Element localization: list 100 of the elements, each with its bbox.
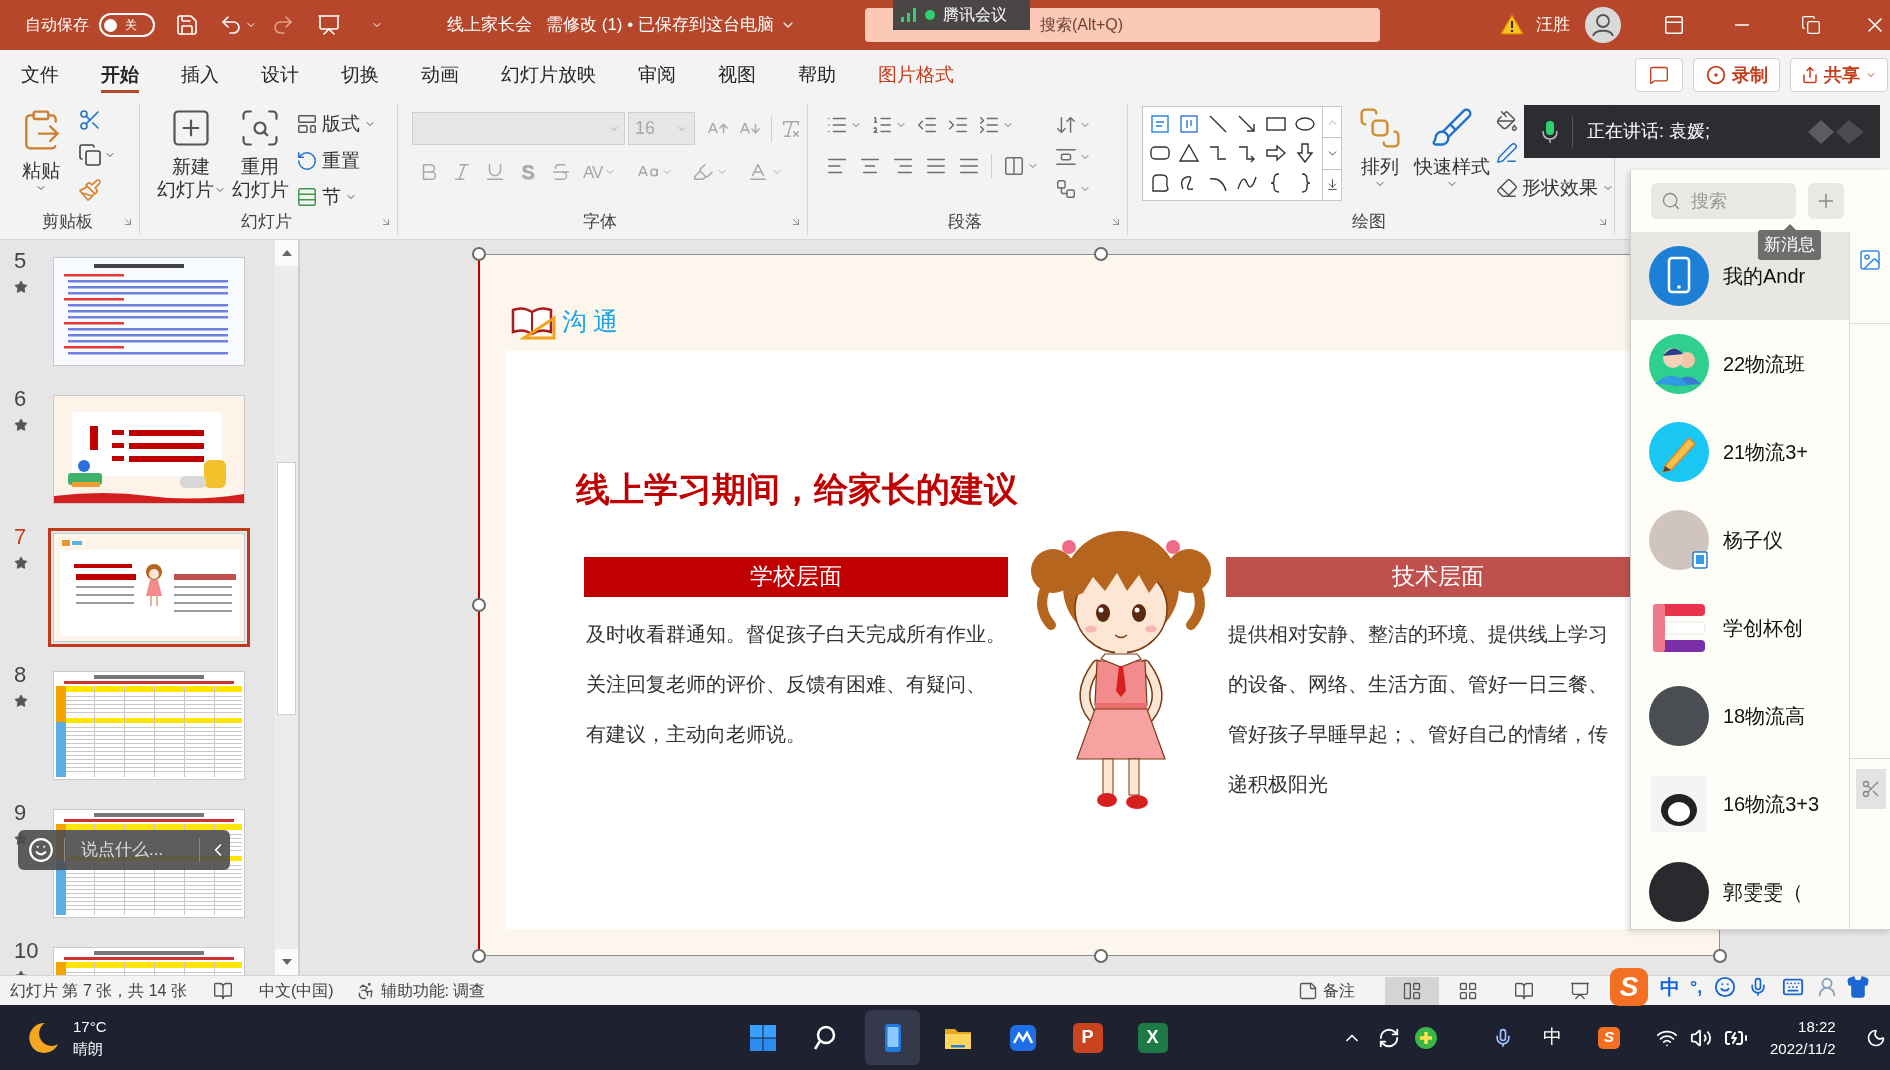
resize-handle[interactable] [472,949,486,963]
comment-field[interactable]: 说点什么... [81,837,199,863]
contact-item[interactable]: 18物流高 [1631,672,1849,760]
taskbar-app-button[interactable] [865,1010,920,1065]
scissors-icon[interactable] [78,108,102,132]
ime-mode[interactable]: 中 [1660,972,1680,1002]
scroll-down-button[interactable] [275,949,298,975]
normal-view-icon[interactable] [1402,980,1422,1001]
scissors-button[interactable] [1856,769,1886,809]
scroll-up-button[interactable] [275,240,298,266]
eraser-icon[interactable] [1496,177,1518,200]
search-field[interactable]: 搜索 [1651,183,1796,219]
line-spacing-icon[interactable] [978,114,1000,136]
new-slide-button[interactable]: 新建 幻灯片 [154,106,228,201]
paintbrush-icon[interactable] [78,178,102,202]
ribbon-tab[interactable]: 视图 [697,50,777,100]
overlapping-squares-icon[interactable] [1358,106,1402,150]
paste-button[interactable]: 粘贴 [12,106,70,194]
ribbon-tab[interactable]: 审阅 [617,50,697,100]
flowchart-icon[interactable] [1055,178,1077,200]
contact-item[interactable]: 郭雯雯（ [1631,848,1849,929]
resize-handle[interactable] [1094,949,1108,963]
layout-icon[interactable] [296,113,318,136]
language-label[interactable]: 中文(中国) [258,978,334,1003]
scrollbar-thumb[interactable] [277,462,296,715]
shape-effects-button[interactable]: 形状效果 [1496,174,1614,203]
book-icon[interactable] [212,980,233,1001]
ribbon-tab[interactable]: 开始 [80,50,160,100]
reset-button[interactable]: 重置 [296,146,376,175]
resize-handle[interactable] [1094,247,1108,261]
ribbon-tab[interactable]: 帮助 [777,50,857,100]
moon-icon[interactable] [1865,1027,1886,1048]
contact-item[interactable]: 22物流班 [1631,320,1849,408]
rotate-arrow-icon[interactable] [296,149,318,172]
resize-handle[interactable] [472,247,486,261]
copy-icon[interactable] [78,143,102,167]
comment-button[interactable] [1635,58,1683,92]
scissors-icon[interactable] [1861,779,1881,799]
accessibility-label[interactable]: 辅助功能: 调查 [380,978,486,1003]
layout-button[interactable]: 版式 [296,110,376,139]
share-icon[interactable] [1801,66,1819,84]
ribbon-tab[interactable]: 动画 [400,50,480,100]
quick-styles-button[interactable]: 快速样式 [1412,106,1492,190]
comment-bar[interactable]: 说点什么... [18,830,230,870]
view-button[interactable] [1385,976,1439,1005]
user-avatar-icon[interactable] [1585,7,1621,43]
up-down-arrows-icon[interactable] [1055,114,1077,136]
save-icon[interactable] [175,13,199,37]
slide-thumbnail[interactable] [48,528,250,647]
speech-bubble-icon[interactable] [1649,65,1669,85]
ribbon-tab[interactable]: 插入 [160,50,240,100]
punctuation-mode[interactable]: °, [1690,973,1703,1001]
resize-handle[interactable] [472,598,486,612]
restore-icon[interactable] [1801,15,1821,35]
record-icon[interactable] [1705,65,1726,85]
stacked-rows-icon[interactable] [296,186,318,209]
reuse-slides-button[interactable]: 重用 幻灯片 [230,106,290,201]
ribbon-tab[interactable]: 幻灯片放映 [480,50,617,100]
autosave-toggle[interactable]: 关 [99,13,155,37]
plus-circle-icon[interactable] [1415,1026,1437,1049]
share-button[interactable]: 共享 [1790,58,1888,92]
taskbar-app-button[interactable]: X [1125,1010,1180,1065]
contact-item[interactable]: 16物流3+3 [1631,760,1849,848]
mic-icon[interactable] [1493,1027,1513,1048]
clock-date[interactable]: 2022/11/2 [1770,1037,1836,1060]
note-icon[interactable] [1298,980,1318,1001]
image-icon[interactable] [1858,248,1882,272]
arrow-down-right-icon[interactable] [380,216,392,228]
reading-view-icon[interactable] [1514,980,1534,1001]
slideshow-icon[interactable] [317,13,341,37]
grid-view-icon[interactable] [1458,980,1478,1001]
panel-top-icon[interactable] [1663,14,1685,36]
arrange-button[interactable]: 排列 [1354,106,1406,190]
resize-handle[interactable] [1713,949,1727,963]
pen-icon[interactable] [1496,142,1518,164]
meeting-status-toast[interactable]: 腾讯会议 [893,0,1030,30]
contact-item[interactable]: 21物流3+ [1631,408,1849,496]
record-button[interactable]: 录制 [1693,58,1780,92]
warning-icon[interactable] [1500,13,1524,37]
notes-button[interactable]: 备注 [1298,978,1355,1003]
slideshow-icon[interactable] [1570,980,1590,1001]
paint-bucket-icon[interactable] [1496,110,1518,132]
search-icon[interactable] [1661,191,1681,211]
arrow-to-line-icon[interactable] [1325,178,1339,192]
taskbar-app-button[interactable]: P [1060,1010,1115,1065]
shirt-icon[interactable] [1846,975,1871,999]
section-button[interactable]: 节 [296,183,376,212]
ribbon-tab[interactable]: 切换 [320,50,400,100]
ime-mode[interactable]: 中 [1543,1023,1562,1052]
clock-time[interactable]: 18:22 [1798,1015,1836,1038]
columns-icon[interactable] [1003,155,1025,177]
ribbon-tab[interactable]: 文件 [0,50,80,100]
undo-icon[interactable] [219,13,243,37]
ribbon-tab[interactable]: 设计 [240,50,320,100]
vertical-align-icon[interactable] [1055,146,1077,168]
sync-icon[interactable] [1378,1026,1400,1049]
star-icon [14,694,28,708]
emoji-icon[interactable] [1714,976,1737,998]
ribbon-tab[interactable]: 图片格式 [857,50,975,100]
numbering-icon[interactable] [871,114,893,136]
